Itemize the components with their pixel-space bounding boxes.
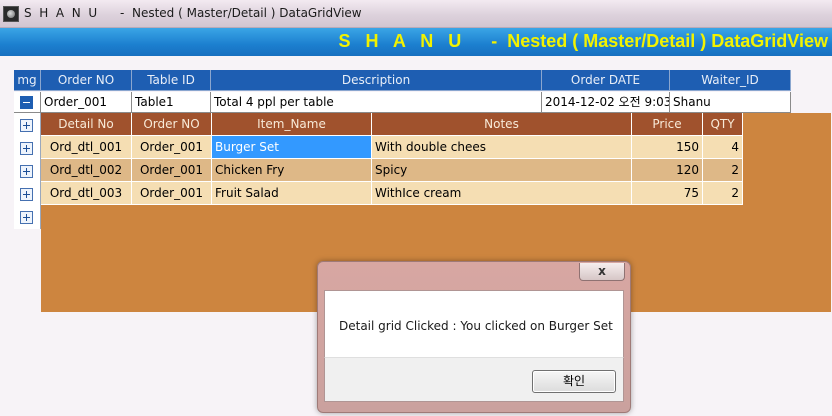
detail-cell-notes[interactable]: With double chees bbox=[372, 136, 632, 159]
expand-icon[interactable] bbox=[20, 119, 33, 132]
master-cell-order-no[interactable]: Order_001 bbox=[41, 92, 132, 113]
detail-header-order-no[interactable]: Order NO bbox=[132, 113, 212, 136]
detail-cell-qty[interactable]: 2 bbox=[703, 182, 743, 205]
master-cell-table-id[interactable]: Table1 bbox=[132, 92, 211, 113]
master-header-img[interactable]: mg bbox=[14, 70, 41, 91]
detail-cell-item-name[interactable]: Fruit Salad bbox=[212, 182, 372, 205]
detail-header-item-name[interactable]: Item_Name bbox=[212, 113, 372, 136]
detail-cell-notes[interactable]: WithIce cream bbox=[372, 182, 632, 205]
detail-row[interactable]: Ord_dtl_001 Order_001 Burger Set With do… bbox=[41, 136, 743, 159]
detail-cell-item-name[interactable]: Chicken Fry bbox=[212, 159, 372, 182]
expand-icon[interactable] bbox=[20, 211, 33, 224]
detail-row[interactable]: Ord_dtl_003 Order_001 Fruit Salad WithIc… bbox=[41, 182, 743, 205]
window-titlebar[interactable]: S H A N U - Nested ( Master/Detail ) Dat… bbox=[0, 0, 832, 28]
detail-header-notes[interactable]: Notes bbox=[372, 113, 632, 136]
ok-button[interactable]: 확인 bbox=[532, 370, 616, 393]
detail-cell-notes[interactable]: Spicy bbox=[372, 159, 632, 182]
detail-cell-qty[interactable]: 4 bbox=[703, 136, 743, 159]
detail-cell-detail-no[interactable]: Ord_dtl_001 bbox=[41, 136, 132, 159]
detail-cell-qty[interactable]: 2 bbox=[703, 159, 743, 182]
detail-header-row: Detail No Order NO Item_Name Notes Price… bbox=[41, 113, 743, 136]
expand-icon[interactable] bbox=[20, 165, 33, 178]
expand-icon[interactable] bbox=[20, 142, 33, 155]
master-header-description[interactable]: Description bbox=[211, 70, 542, 91]
dialog-message: Detail grid Clicked : You clicked on Bur… bbox=[339, 319, 613, 333]
master-cell-order-date[interactable]: 2014-12-02 오전 9:03 bbox=[542, 92, 670, 113]
master-header-order-date[interactable]: Order DATE bbox=[542, 70, 670, 91]
master-header-row: mg Order NO Table ID Description Order D… bbox=[14, 70, 791, 91]
dialog-body: Detail grid Clicked : You clicked on Bur… bbox=[324, 290, 624, 357]
master-row[interactable]: Order_001 Table1 Total 4 ppl per table 2… bbox=[14, 92, 791, 113]
detail-cell-order-no[interactable]: Order_001 bbox=[132, 182, 212, 205]
detail-cell-price[interactable]: 120 bbox=[632, 159, 703, 182]
detail-cell-order-no[interactable]: Order_001 bbox=[132, 159, 212, 182]
master-row-toggle-cell[interactable] bbox=[14, 92, 41, 113]
detail-header-qty[interactable]: QTY bbox=[703, 113, 743, 136]
message-dialog[interactable]: x Detail grid Clicked : You clicked on B… bbox=[317, 261, 631, 413]
window-title: S H A N U - Nested ( Master/Detail ) Dat… bbox=[24, 6, 362, 20]
collapse-icon[interactable] bbox=[20, 96, 33, 109]
detail-row-header-column bbox=[14, 113, 41, 229]
detail-header-price[interactable]: Price bbox=[632, 113, 703, 136]
detail-cell-item-name[interactable]: Burger Set bbox=[212, 136, 372, 159]
dialog-close-button[interactable]: x bbox=[579, 263, 625, 281]
detail-cell-price[interactable]: 150 bbox=[632, 136, 703, 159]
banner-title: S H A N U - Nested ( Master/Detail ) Dat… bbox=[338, 31, 828, 51]
dialog-footer: 확인 bbox=[324, 357, 624, 402]
header-banner: S H A N U - Nested ( Master/Detail ) Dat… bbox=[0, 28, 832, 56]
detail-cell-detail-no[interactable]: Ord_dtl_003 bbox=[41, 182, 132, 205]
master-cell-description[interactable]: Total 4 ppl per table bbox=[211, 92, 542, 113]
detail-cell-order-no[interactable]: Order_001 bbox=[132, 136, 212, 159]
detail-row[interactable]: Ord_dtl_002 Order_001 Chicken Fry Spicy … bbox=[41, 159, 743, 182]
detail-header-detail-no[interactable]: Detail No bbox=[41, 113, 132, 136]
expand-icon[interactable] bbox=[20, 188, 33, 201]
detail-cell-detail-no[interactable]: Ord_dtl_002 bbox=[41, 159, 132, 182]
master-cell-waiter-id[interactable]: Shanu bbox=[670, 92, 791, 113]
master-header-waiter-id[interactable]: Waiter_ID bbox=[670, 70, 791, 91]
app-icon bbox=[3, 6, 19, 22]
master-header-order-no[interactable]: Order NO bbox=[41, 70, 132, 91]
detail-cell-price[interactable]: 75 bbox=[632, 182, 703, 205]
master-header-table-id[interactable]: Table ID bbox=[132, 70, 211, 91]
